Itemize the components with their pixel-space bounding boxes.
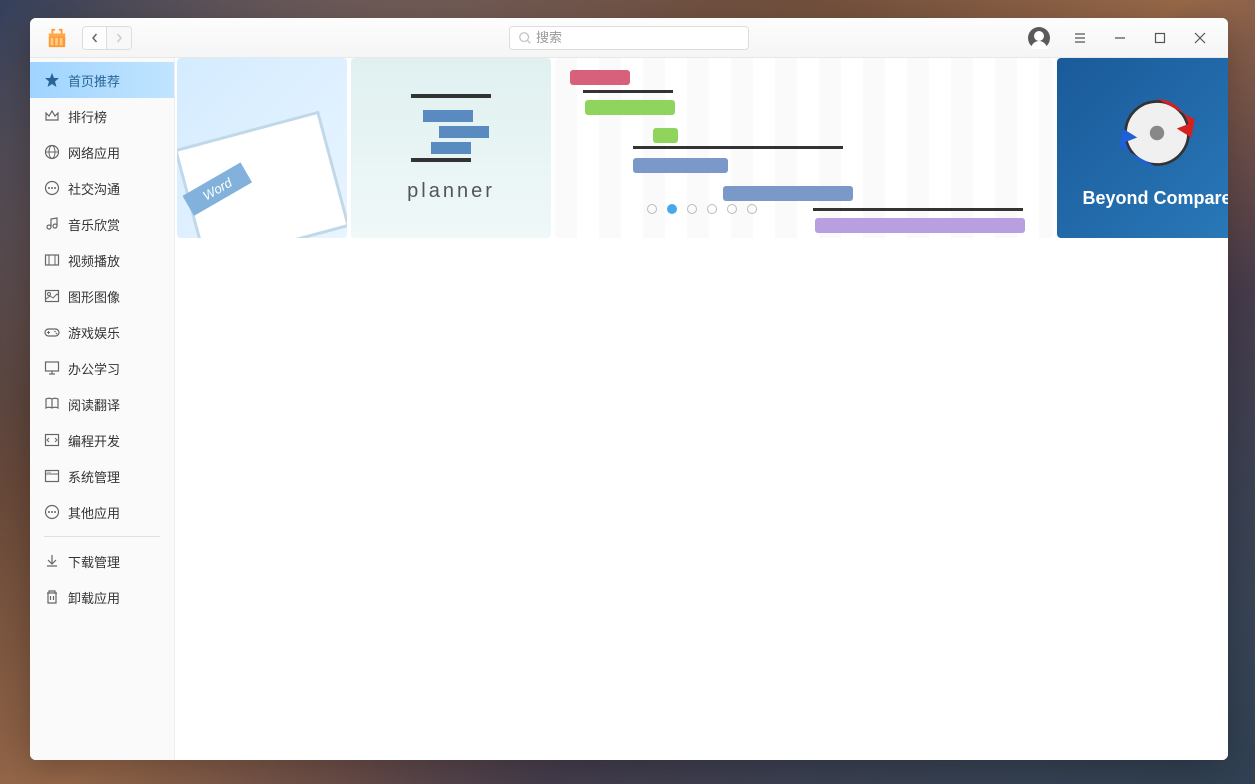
- sidebar-item-network[interactable]: 网络应用: [30, 134, 174, 170]
- sidebar-divider: [44, 536, 160, 537]
- sidebar-item-label: 首页推荐: [68, 71, 120, 90]
- banner-beyond-compare[interactable]: Beyond Compare: [1057, 58, 1228, 238]
- maximize-icon: [1154, 32, 1166, 44]
- sidebar-item-music[interactable]: 音乐欣赏: [30, 206, 174, 242]
- sidebar-item-label: 视频播放: [68, 251, 120, 270]
- sidebar-item-label: 音乐欣赏: [68, 215, 120, 234]
- carousel-dot[interactable]: [727, 204, 737, 214]
- sidebar-item-social[interactable]: 社交沟通: [30, 170, 174, 206]
- sidebar-item-home[interactable]: 首页推荐: [30, 62, 174, 98]
- carousel-dot[interactable]: [747, 204, 757, 214]
- close-icon: [1194, 32, 1206, 44]
- sidebar-item-label: 排行榜: [68, 107, 107, 126]
- dots-icon: [44, 504, 60, 520]
- menu-icon: [1074, 32, 1086, 44]
- sidebar-item-office[interactable]: 办公学习: [30, 350, 174, 386]
- carousel-dot[interactable]: [707, 204, 717, 214]
- sidebar-item-video[interactable]: 视频播放: [30, 242, 174, 278]
- sidebar-item-rank[interactable]: 排行榜: [30, 98, 174, 134]
- dashboard-icon: [44, 468, 60, 484]
- carousel-dot[interactable]: [647, 204, 657, 214]
- globe-icon: [44, 144, 60, 160]
- search-input[interactable]: [536, 30, 740, 45]
- sidebar-item-reading[interactable]: 阅读翻译: [30, 386, 174, 422]
- gamepad-icon: [44, 324, 60, 340]
- video-icon: [44, 252, 60, 268]
- sidebar-item-label: 网络应用: [68, 143, 120, 162]
- sidebar-item-other[interactable]: 其他应用: [30, 494, 174, 530]
- monitor-icon: [44, 360, 60, 376]
- image-icon: [44, 288, 60, 304]
- sidebar-item-label: 卸载应用: [68, 588, 120, 607]
- music-icon: [44, 216, 60, 232]
- word-tag-label: Word: [183, 162, 253, 215]
- sidebar-item-label: 系统管理: [68, 467, 120, 486]
- forward-button[interactable]: [107, 27, 131, 49]
- minimize-button[interactable]: [1102, 24, 1138, 52]
- beyond-compare-label: Beyond Compare: [1082, 188, 1228, 209]
- sidebar-item-label: 阅读翻译: [68, 395, 120, 414]
- sidebar-item-uninstall[interactable]: 卸载应用: [30, 579, 174, 615]
- content-area: Word planner: [175, 58, 1228, 760]
- app-store-window: 首页推荐 排行榜 网络应用 社交沟通 音乐欣赏 视频播放: [30, 18, 1228, 760]
- sidebar-item-graphics[interactable]: 图形图像: [30, 278, 174, 314]
- planner-label: planner: [407, 180, 495, 203]
- code-icon: [44, 432, 60, 448]
- banner-planner[interactable]: planner: [351, 58, 551, 238]
- download-icon: [44, 553, 60, 569]
- sidebar-item-games[interactable]: 游戏娱乐: [30, 314, 174, 350]
- sidebar-item-label: 下载管理: [68, 552, 120, 571]
- chat-icon: [44, 180, 60, 196]
- sidebar-item-label: 办公学习: [68, 359, 120, 378]
- maximize-button[interactable]: [1142, 24, 1178, 52]
- search-box[interactable]: [509, 26, 749, 50]
- sidebar-item-dev[interactable]: 编程开发: [30, 422, 174, 458]
- sidebar-item-system[interactable]: 系统管理: [30, 458, 174, 494]
- sidebar-item-label: 社交沟通: [68, 179, 120, 198]
- banner-gantt[interactable]: [555, 58, 1053, 238]
- menu-button[interactable]: [1062, 24, 1098, 52]
- user-avatar[interactable]: [1028, 27, 1050, 49]
- beyond-compare-icon: [1112, 88, 1202, 178]
- carousel-dot[interactable]: [687, 204, 697, 214]
- sidebar: 首页推荐 排行榜 网络应用 社交沟通 音乐欣赏 视频播放: [30, 58, 175, 760]
- back-button[interactable]: [83, 27, 107, 49]
- sidebar-item-download[interactable]: 下载管理: [30, 543, 174, 579]
- sidebar-item-label: 其他应用: [68, 503, 120, 522]
- titlebar: [30, 18, 1228, 58]
- star-icon: [44, 72, 60, 88]
- close-button[interactable]: [1182, 24, 1218, 52]
- trash-icon: [44, 589, 60, 605]
- sidebar-item-label: 编程开发: [68, 431, 120, 450]
- crown-icon: [44, 108, 60, 124]
- sidebar-item-label: 图形图像: [68, 287, 120, 306]
- banner-word[interactable]: Word: [177, 58, 347, 238]
- nav-buttons: [82, 26, 132, 50]
- app-logo: [46, 27, 68, 49]
- sidebar-item-label: 游戏娱乐: [68, 323, 120, 342]
- carousel-dots: [647, 204, 757, 214]
- banner-carousel: Word planner: [175, 58, 1228, 238]
- book-icon: [44, 396, 60, 412]
- minimize-icon: [1114, 32, 1126, 44]
- search-icon: [518, 31, 532, 45]
- carousel-dot[interactable]: [667, 204, 677, 214]
